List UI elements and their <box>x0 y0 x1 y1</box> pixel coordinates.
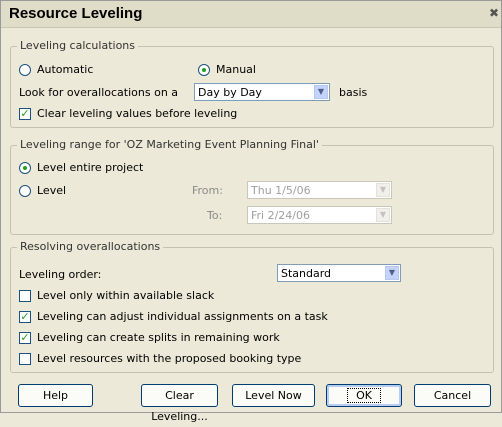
overallocation-basis-value: Day by Day <box>198 86 262 99</box>
leveling-calculations-legend: Leveling calculations <box>17 39 139 52</box>
to-label: To: <box>207 209 223 222</box>
chevron-down-icon[interactable]: ▼ <box>385 266 399 280</box>
automatic-label: Automatic <box>37 63 94 76</box>
ok-button-label: OK <box>347 388 381 403</box>
create-splits-checkbox[interactable]: ✓ <box>19 332 31 344</box>
from-date-value: Thu 1/5/06 <box>251 184 311 197</box>
chevron-down-icon[interactable]: ▼ <box>314 85 328 99</box>
from-date-select[interactable]: Thu 1/5/06 ▼ <box>247 181 392 199</box>
level-entire-project-radio[interactable] <box>19 162 31 174</box>
level-entire-project-label: Level entire project <box>37 161 144 174</box>
create-splits-label: Leveling can create splits in remaining … <box>37 331 280 344</box>
clear-leveling-values-checkbox[interactable]: ✓ <box>19 108 31 120</box>
chevron-down-icon[interactable]: ▼ <box>376 208 390 222</box>
proposed-booking-checkbox[interactable] <box>19 353 31 365</box>
cancel-button[interactable]: Cancel <box>414 384 491 407</box>
level-within-slack-checkbox[interactable] <box>19 290 31 302</box>
look-for-overallocations-label: Look for overallocations on a <box>19 86 179 99</box>
overallocation-basis-select[interactable]: Day by Day ▼ <box>194 83 330 101</box>
to-date-select[interactable]: Fri 2/24/06 ▼ <box>247 206 392 224</box>
clear-leveling-button[interactable]: Clear Leveling... <box>141 384 218 423</box>
chevron-down-icon[interactable]: ▼ <box>376 183 390 197</box>
leveling-order-value: Standard <box>281 267 332 280</box>
manual-radio[interactable] <box>198 64 210 76</box>
adjust-assignments-label: Leveling can adjust individual assignmen… <box>37 310 328 323</box>
from-label: From: <box>192 184 223 197</box>
automatic-radio[interactable] <box>19 64 31 76</box>
leveling-order-label: Leveling order: <box>19 268 102 281</box>
help-button[interactable]: Help <box>18 384 93 407</box>
leveling-range-legend: Leveling range for 'OZ Marketing Event P… <box>17 138 322 151</box>
level-range-label: Level <box>37 184 67 197</box>
ok-button[interactable]: OK <box>326 384 402 407</box>
leveling-order-select[interactable]: Standard ▼ <box>277 264 401 282</box>
basis-label: basis <box>339 86 368 99</box>
proposed-booking-label: Level resources with the proposed bookin… <box>37 352 302 365</box>
level-now-button[interactable]: Level Now <box>232 384 315 407</box>
adjust-assignments-checkbox[interactable]: ✓ <box>19 311 31 323</box>
level-within-slack-label: Level only within available slack <box>37 289 215 302</box>
close-icon[interactable]: ✖ <box>489 6 499 21</box>
to-date-value: Fri 2/24/06 <box>251 209 311 222</box>
title-bar: Resource Leveling ✖ <box>1 1 501 28</box>
clear-leveling-values-label: Clear leveling values before leveling <box>37 107 238 120</box>
level-range-radio[interactable] <box>19 185 31 197</box>
resource-leveling-dialog: Resource Leveling ✖ Leveling calculation… <box>0 0 502 423</box>
manual-label: Manual <box>216 63 256 76</box>
resolving-overallocations-legend: Resolving overallocations <box>17 240 164 253</box>
dialog-title: Resource Leveling <box>9 5 143 22</box>
